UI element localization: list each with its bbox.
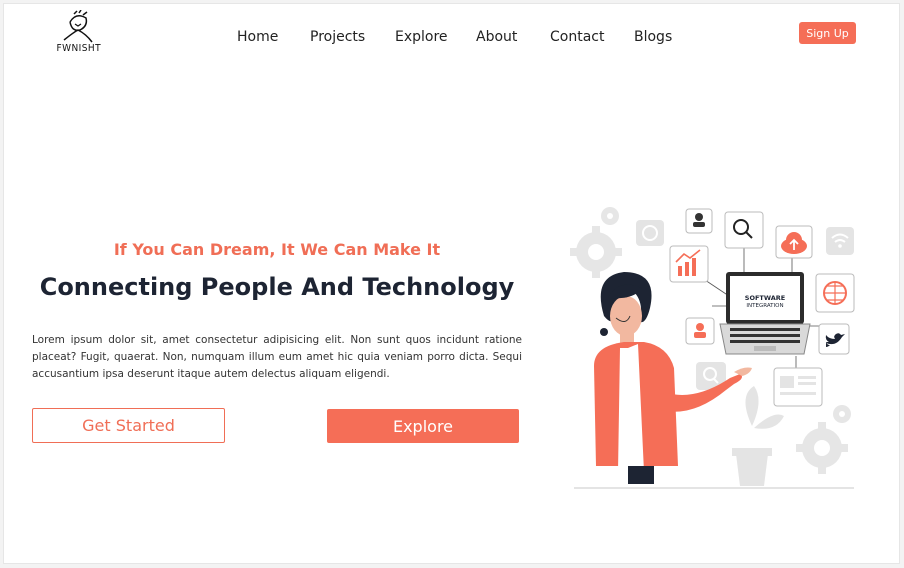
- nav-projects[interactable]: Projects: [310, 29, 365, 45]
- search-tile-icon: [724, 211, 764, 249]
- whatsapp-icon: [636, 220, 664, 246]
- globe-icon: [815, 273, 855, 313]
- document-icon: [773, 367, 823, 407]
- hero-illustration: SOFTWARE INTEGRATION: [570, 207, 855, 489]
- twitter-icon: [818, 323, 850, 355]
- explore-button[interactable]: Explore: [327, 409, 519, 443]
- nav-blogs[interactable]: Blogs: [634, 29, 672, 45]
- page-frame: FWNISHT Home Projects Explore About Cont…: [3, 3, 900, 564]
- hero-headline: Connecting People And Technology: [39, 273, 515, 301]
- profile-card-icon: [685, 317, 715, 345]
- nav-home[interactable]: Home: [237, 29, 278, 45]
- chart-tile-icon: [669, 245, 709, 283]
- nav-about[interactable]: About: [476, 29, 517, 45]
- laptop-screen-line1: SOFTWARE: [745, 294, 785, 302]
- hero-description: Lorem ipsum dolor sit, amet consectetur …: [32, 334, 522, 380]
- bottom-gear-icon: [796, 422, 848, 474]
- cloud-upload-icon: [775, 225, 813, 259]
- gear-icon: [570, 226, 622, 278]
- nav-contact[interactable]: Contact: [550, 29, 604, 45]
- hero-tagline: If You Can Dream, It We Can Make It: [113, 240, 441, 259]
- wifi-icon: [826, 227, 854, 255]
- get-started-button[interactable]: Get Started: [32, 408, 225, 443]
- nav-explore[interactable]: Explore: [395, 29, 448, 45]
- user-icon: [685, 208, 713, 234]
- sign-up-button[interactable]: Sign Up: [799, 22, 856, 44]
- laptop-screen-line2: INTEGRATION: [746, 303, 783, 309]
- small-gear-icon: [601, 207, 619, 225]
- laptop-icon: SOFTWARE INTEGRATION: [719, 272, 811, 355]
- main-nav: Home Projects Explore About Contact Blog…: [4, 29, 899, 49]
- tiny-gear-icon: [833, 405, 851, 423]
